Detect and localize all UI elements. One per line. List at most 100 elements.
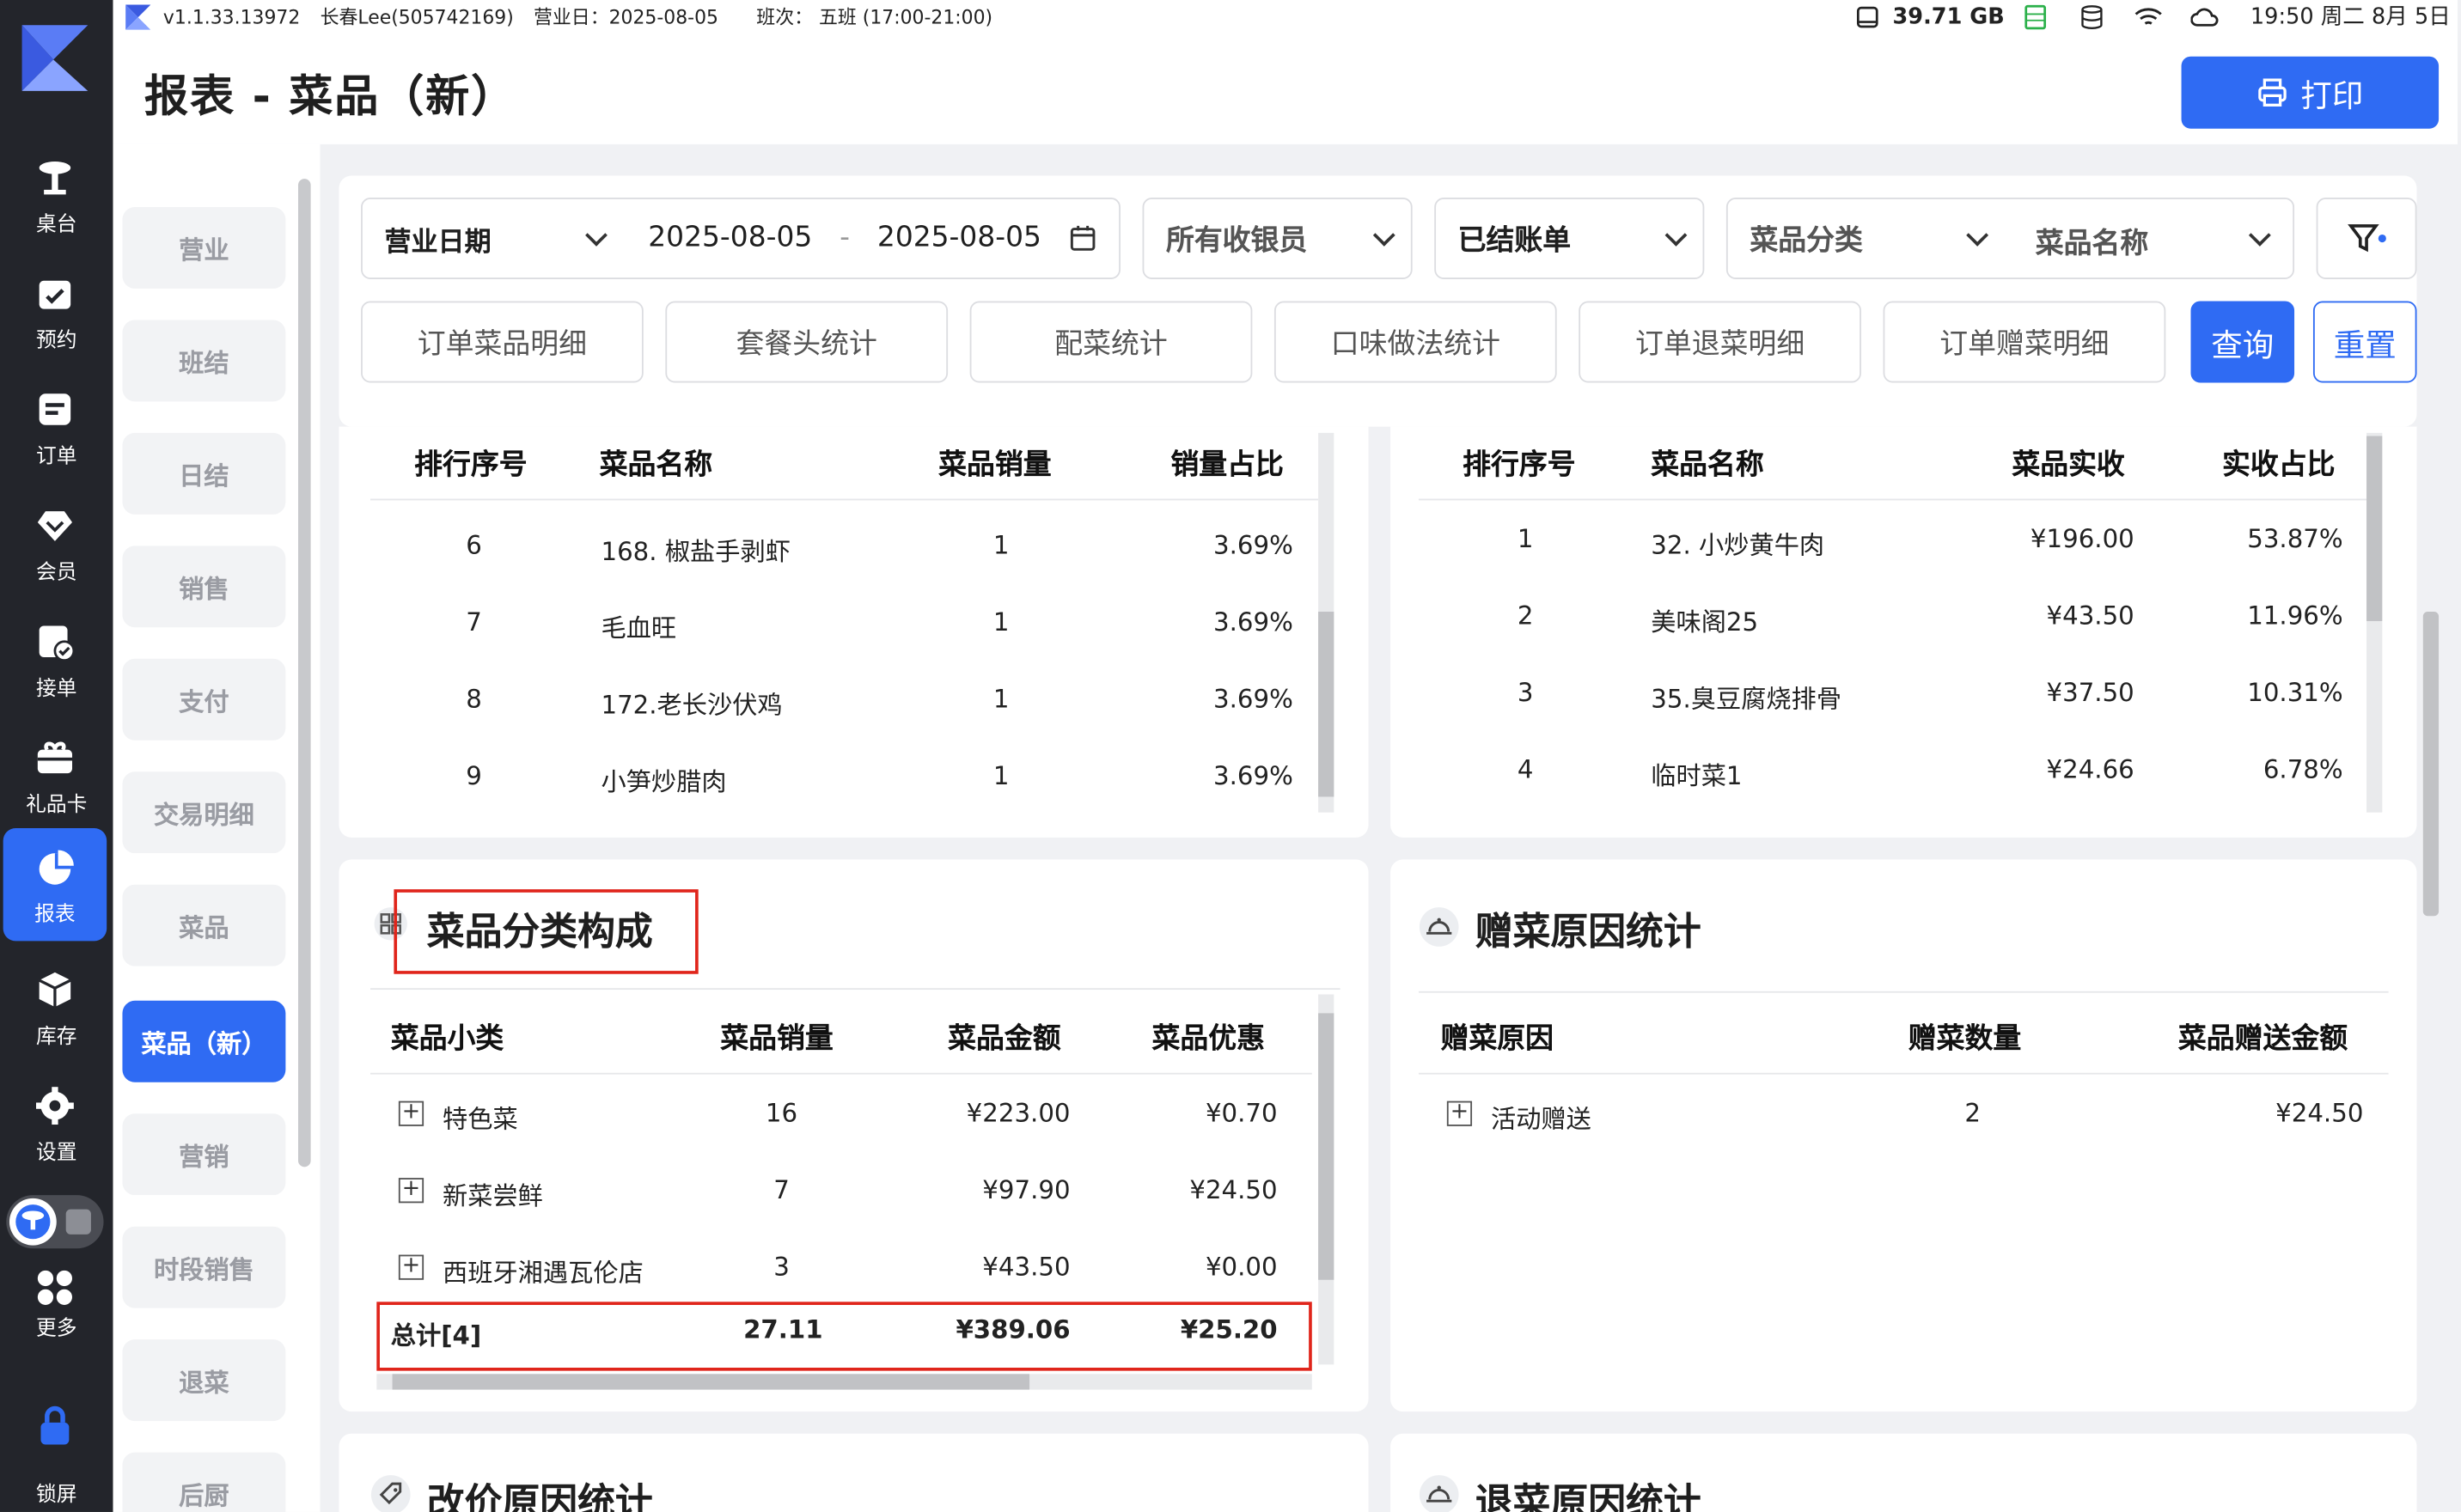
expand-icon[interactable]: +	[1446, 1101, 1473, 1126]
discount-cell: ¥0.00	[1205, 1251, 1278, 1282]
nav-label: 订单	[35, 445, 77, 469]
subnav-scrollbar[interactable]	[297, 179, 311, 1168]
card-title: 赠菜原因统计	[1475, 909, 1701, 954]
nav-inventory[interactable]: 库存	[0, 950, 113, 1063]
category-cell: 新菜尝鲜	[443, 1180, 543, 1211]
qty-cell: 16	[765, 1097, 798, 1128]
expand-icon[interactable]: +	[398, 1178, 424, 1204]
subnav-sales[interactable]: 销售	[122, 546, 286, 628]
nav-label: 礼品卡	[26, 793, 88, 818]
clock-text: 19:50 周二 8月 5日	[2250, 4, 2451, 30]
report-icon	[39, 850, 74, 885]
subnav-payment[interactable]: 支付	[122, 658, 286, 741]
tab-return-detail[interactable]: 订单退菜明细	[1579, 301, 1861, 383]
col-header: 菜品销量	[720, 1022, 834, 1056]
nav-label: 更多	[35, 1317, 77, 1341]
subnav-kitchen[interactable]: 后厨	[122, 1452, 286, 1512]
advanced-filter-button[interactable]	[2316, 198, 2417, 279]
col-header: 赠菜原因	[1440, 1022, 1554, 1056]
nav-table[interactable]: 桌台	[0, 138, 113, 251]
calendar-icon[interactable]	[1069, 224, 1097, 253]
expand-icon[interactable]: +	[398, 1254, 424, 1280]
alt-mode-icon	[65, 1209, 91, 1235]
nav-reservation[interactable]: 预约	[0, 254, 113, 367]
subnav-shift[interactable]: 班结	[122, 320, 286, 402]
tab-side-dish-stats[interactable]: 配菜统计	[969, 301, 1253, 383]
dish-name-cell: 小笋炒腊肉	[601, 766, 727, 797]
calendar-icon	[39, 280, 71, 309]
nav-members[interactable]: 会员	[0, 486, 113, 599]
query-button[interactable]: 查询	[2190, 301, 2295, 383]
subnav-dishes-new[interactable]: 菜品（新）	[122, 1000, 286, 1082]
revenue-cell: ¥43.50	[2046, 601, 2134, 631]
date-to-input[interactable]: 2025-08-05	[877, 221, 1041, 253]
report-subnav: 营业 班结 日结 销售 支付 交易明细 菜品 菜品（新） 营销 时段销售 退菜 …	[113, 143, 321, 1512]
small-logo-icon	[125, 4, 151, 30]
database-icon	[2081, 5, 2103, 30]
qty-cell: 3	[773, 1251, 790, 1282]
nav-settings[interactable]: 设置	[0, 1066, 113, 1179]
ratio-cell: 6.78%	[2263, 754, 2343, 784]
rank-cell: 4	[1517, 754, 1534, 784]
return-reason-card: 退菜原因统计	[1390, 1433, 2417, 1512]
subnav-business[interactable]: 营业	[122, 206, 286, 289]
toggle-knob-icon	[9, 1198, 57, 1246]
dish-name-cell: 毛血旺	[601, 613, 677, 643]
date-from-input[interactable]: 2025-08-05	[648, 221, 812, 253]
date-type-select[interactable]: 营业日期	[384, 219, 491, 259]
mode-toggle[interactable]	[6, 1195, 104, 1249]
table-scroll-thumb[interactable]	[1318, 1013, 1334, 1280]
rank-cell: 7	[466, 607, 482, 637]
horizontal-scroll-thumb[interactable]	[392, 1374, 1030, 1390]
chevron-down-icon	[2248, 223, 2271, 247]
nav-more[interactable]: 更多	[0, 1255, 113, 1368]
col-header: 赠菜数量	[1908, 1022, 2022, 1056]
highlight-total-box	[376, 1302, 1312, 1371]
subnav-daily[interactable]: 日结	[122, 432, 286, 515]
subnav-marketing[interactable]: 营销	[122, 1113, 286, 1196]
nav-accept[interactable]: 接单	[0, 602, 113, 715]
nav-reports[interactable]: 报表	[3, 827, 107, 942]
tab-gift-detail[interactable]: 订单赠菜明细	[1883, 301, 2166, 383]
subnav-transactions[interactable]: 交易明细	[122, 771, 286, 854]
dish-name-select[interactable]: 菜品名称	[2036, 221, 2148, 261]
settings-icon	[36, 1087, 74, 1125]
col-header: 排行序号	[1463, 448, 1576, 482]
table-scroll-thumb[interactable]	[1318, 612, 1334, 797]
cashier-select[interactable]: 所有收银员	[1142, 198, 1413, 279]
nav-gift-card[interactable]: 礼品卡	[0, 718, 113, 831]
main-scrollbar[interactable]	[2422, 612, 2440, 917]
ratio-cell: 3.69%	[1213, 684, 1293, 714]
tag-icon	[370, 1475, 411, 1512]
subnav-returns[interactable]: 退菜	[122, 1339, 286, 1422]
table-scroll-thumb[interactable]	[2366, 436, 2383, 621]
sim-icon	[2024, 4, 2047, 30]
category-cell: 西班牙湘遇瓦伦店	[443, 1258, 644, 1288]
page-title: 报表 - 菜品（新）	[144, 70, 517, 123]
subnav-time-sales[interactable]: 时段销售	[122, 1226, 286, 1308]
bill-status-select[interactable]: 已结账单	[1434, 198, 1705, 279]
nav-orders[interactable]: 订单	[0, 370, 113, 483]
expand-icon[interactable]: +	[398, 1101, 424, 1126]
nav-lock[interactable]: 锁屏	[0, 1399, 113, 1512]
table-icon	[39, 162, 71, 195]
more-icon	[37, 1270, 73, 1305]
dish-filter-field[interactable]: 菜品分类 菜品名称	[1725, 198, 2295, 279]
qty-cell: 1	[992, 760, 1010, 791]
tab-set-meal-stats[interactable]: 套餐头统计	[665, 301, 949, 383]
date-separator: -	[840, 221, 850, 254]
category-select[interactable]: 菜品分类	[1750, 218, 1862, 259]
amount-cell: ¥223.00	[966, 1097, 1071, 1128]
tab-order-dish-detail[interactable]: 订单菜品明细	[361, 301, 644, 383]
tab-flavor-stats[interactable]: 口味做法统计	[1273, 301, 1557, 383]
col-header: 菜品金额	[948, 1022, 1061, 1056]
divider	[1418, 991, 2389, 993]
nav-label: 接单	[35, 677, 77, 702]
subnav-dishes[interactable]: 菜品	[122, 884, 286, 966]
print-button[interactable]: 打印	[2181, 56, 2440, 129]
reset-button[interactable]: 重置	[2312, 301, 2417, 383]
ratio-cell: 10.31%	[2247, 677, 2343, 708]
col-header: 菜品小类	[390, 1022, 504, 1056]
revenue-cell: ¥37.50	[2046, 677, 2134, 708]
date-range-field[interactable]: 营业日期 2025-08-05 - 2025-08-05	[361, 198, 1121, 279]
